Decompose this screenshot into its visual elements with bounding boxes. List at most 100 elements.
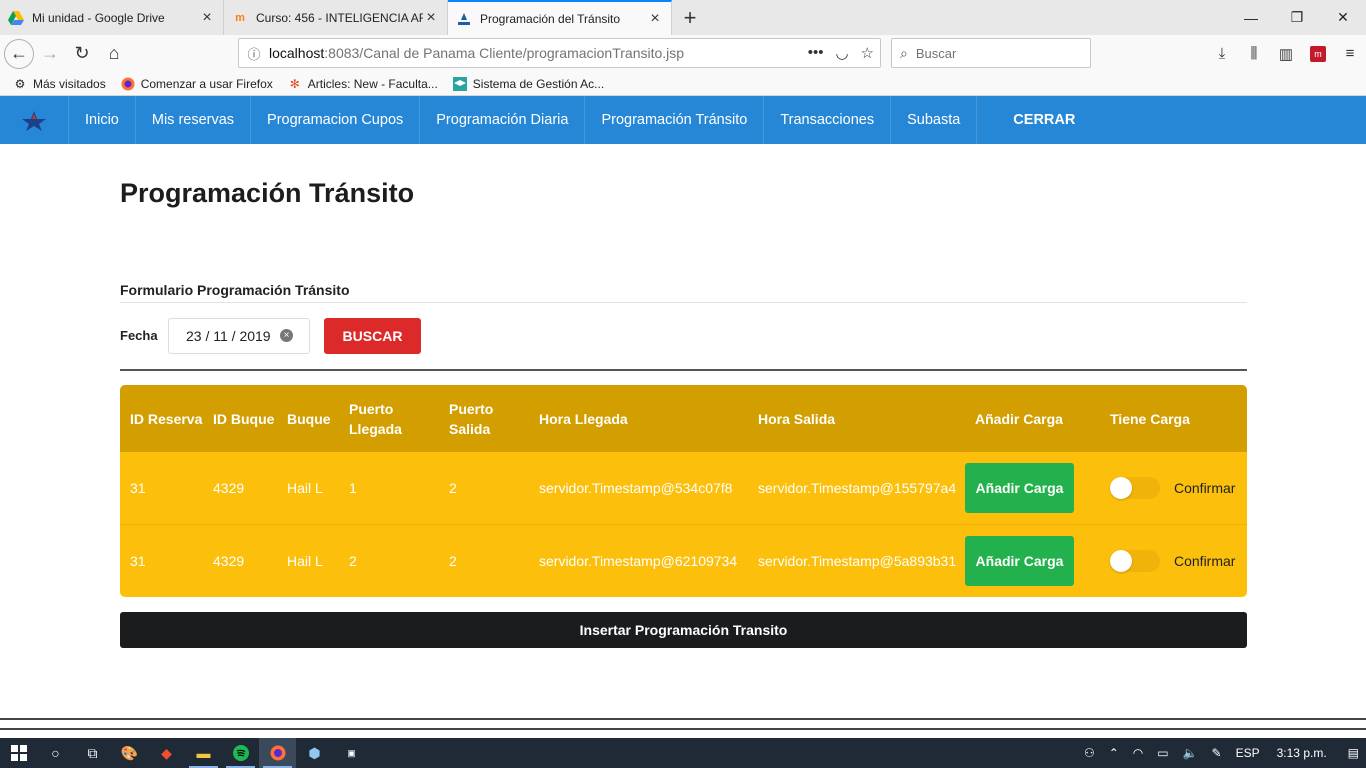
- firefox-icon: [120, 76, 136, 92]
- firefox-taskbar-icon[interactable]: [259, 738, 296, 768]
- fecha-date-input[interactable]: 23 / 11 / 2019 ×: [168, 318, 310, 354]
- close-window-icon[interactable]: ✕: [1320, 0, 1366, 35]
- cell-id-reserva: 31: [130, 480, 146, 496]
- download-icon[interactable]: ⤓: [1206, 38, 1238, 70]
- language-indicator[interactable]: ESP: [1236, 746, 1260, 760]
- search-circle-icon[interactable]: ○: [37, 738, 74, 768]
- home-button[interactable]: ⌂: [98, 38, 130, 70]
- tray-expand-icon[interactable]: ⌃: [1109, 746, 1119, 760]
- nav-cerrar[interactable]: CERRAR: [997, 96, 1091, 144]
- buscar-button[interactable]: BUSCAR: [324, 318, 421, 354]
- cell-puerto-salida: 2: [449, 480, 457, 496]
- restore-icon[interactable]: ❐: [1274, 0, 1320, 35]
- minimize-icon[interactable]: —: [1228, 0, 1274, 35]
- virtualbox-icon[interactable]: ⬢: [296, 738, 333, 768]
- people-icon[interactable]: ⚇: [1084, 746, 1095, 760]
- tiene-carga-toggle[interactable]: [1110, 550, 1160, 572]
- nav-subasta[interactable]: Subasta: [891, 96, 978, 144]
- bookmark-articles[interactable]: ✻ Articles: New - Faculta...: [287, 76, 438, 92]
- bookmark-star-icon[interactable]: ☆: [861, 44, 874, 62]
- bookmark-sistema-gestion[interactable]: Sistema de Gestión Ac...: [452, 76, 604, 92]
- page-actions-icon[interactable]: •••: [808, 44, 824, 62]
- library-icon[interactable]: ⫼: [1238, 38, 1270, 70]
- bookmark-mas-visitados[interactable]: ⚙ Más visitados: [12, 76, 106, 92]
- spotify-icon[interactable]: [222, 738, 259, 768]
- toggle-knob: [1110, 477, 1132, 499]
- window-controls: — ❐ ✕: [1228, 0, 1366, 35]
- nav-inicio[interactable]: Inicio: [68, 96, 136, 144]
- cell-anadir-carga: Añadir Carga: [965, 463, 1100, 513]
- reload-button[interactable]: ↻: [66, 38, 98, 70]
- tiene-carga-toggle[interactable]: [1110, 477, 1160, 499]
- anadir-carga-button[interactable]: Añadir Carga: [965, 536, 1074, 586]
- bookmark-label: Articles: New - Faculta...: [307, 76, 438, 91]
- tab-google-drive[interactable]: Mi unidad - Google Drive ×: [0, 0, 224, 35]
- sidebar-icon[interactable]: ▥: [1270, 38, 1302, 70]
- graduation-icon: [452, 76, 468, 92]
- wifi-icon[interactable]: ◠: [1133, 746, 1143, 760]
- notification-icon[interactable]: ▤: [1348, 746, 1359, 760]
- col-header-buque: Buque: [287, 410, 331, 427]
- footer-divider: [0, 718, 1366, 720]
- sql-icon[interactable]: ▣: [333, 738, 370, 768]
- search-icon: ⌕: [900, 44, 908, 61]
- close-tab-icon[interactable]: ×: [647, 10, 663, 27]
- nav-mis-reservas[interactable]: Mis reservas: [136, 96, 252, 144]
- bookmark-comenzar-firefox[interactable]: Comenzar a usar Firefox: [120, 76, 273, 92]
- windows-start-icon[interactable]: [0, 738, 37, 768]
- back-button[interactable]: ←: [4, 38, 34, 69]
- cell-id-buque: 4329: [213, 480, 245, 496]
- footer-divider: [0, 728, 1366, 730]
- extension-icon[interactable]: m: [1310, 45, 1326, 62]
- col-header-puerto-salida: Puerto Salida: [449, 400, 494, 437]
- battery-icon[interactable]: ▭: [1157, 746, 1168, 760]
- close-tab-icon[interactable]: ×: [199, 9, 215, 26]
- tab-curso[interactable]: m Curso: 456 - INTELIGENCIA ART ×: [224, 0, 448, 35]
- cell-puerto-salida: 2: [449, 553, 457, 569]
- joomla-icon: ✻: [289, 76, 300, 91]
- nav-programacion-transito[interactable]: Programación Tránsito: [585, 96, 765, 144]
- bookmarks-bar: ⚙ Más visitados Comenzar a usar Firefox …: [0, 72, 1366, 96]
- tab-programacion-transito[interactable]: Programación del Tránsito ×: [448, 0, 672, 35]
- browser-navbar: ← → ↻ ⌂ ⓘ localhost:8083/Canal de Panama…: [0, 35, 1366, 72]
- cell-hora-llegada: servidor.Timestamp@62109734: [539, 553, 738, 569]
- url-path: :8083/Canal de Panama Cliente/programaci…: [324, 45, 685, 61]
- clock[interactable]: 3:13 p.m.: [1277, 746, 1327, 760]
- pocket-icon[interactable]: ◡: [835, 44, 848, 62]
- forward-button[interactable]: →: [34, 38, 66, 70]
- file-explorer-icon[interactable]: ▬: [185, 738, 222, 768]
- table-row: 31 4329 Hail L 1 2 servidor.Timestamp@53…: [120, 452, 1247, 525]
- form-title: Formulario Programación Tránsito: [120, 282, 350, 298]
- windows-taskbar: ○ ⧉ 🎨 ◆ ▬ ⬢ ▣ ⚇ ⌃ ◠ ▭ 🔈 ✎ ESP 3:13 p.m. …: [0, 738, 1366, 768]
- col-header-anadir-carga: Añadir Carga: [975, 410, 1063, 427]
- insertar-programacion-button[interactable]: Insertar Programación Transito: [120, 612, 1247, 648]
- close-tab-icon[interactable]: ×: [423, 9, 439, 26]
- clear-date-icon[interactable]: ×: [280, 329, 293, 342]
- search-input[interactable]: ⌕ Buscar: [891, 38, 1091, 68]
- col-header-tiene-carga: Tiene Carga: [1110, 410, 1190, 427]
- pen-icon[interactable]: ✎: [1212, 746, 1222, 760]
- toggle-knob: [1110, 550, 1132, 572]
- cell-hora-llegada: servidor.Timestamp@534c07f8: [539, 480, 733, 496]
- site-info-icon[interactable]: ⓘ: [239, 44, 269, 63]
- task-view-icon[interactable]: ⧉: [74, 738, 111, 768]
- nav-transacciones[interactable]: Transacciones: [764, 96, 892, 144]
- confirmar-label: Confirmar: [1174, 480, 1236, 496]
- cell-hora-salida: servidor.Timestamp@5a893b31: [758, 553, 957, 569]
- table-row: 31 4329 Hail L 2 2 servidor.Timestamp@62…: [120, 525, 1247, 597]
- app-navbar: Inicio Mis reservas Programacion Cupos P…: [0, 96, 1366, 144]
- canal-logo[interactable]: [0, 96, 68, 144]
- url-bar[interactable]: ⓘ localhost:8083/Canal de Panama Cliente…: [238, 38, 881, 68]
- nav-programacion-diaria[interactable]: Programación Diaria: [420, 96, 586, 144]
- paint-icon[interactable]: 🎨: [111, 738, 148, 768]
- confirmar-label: Confirmar: [1174, 553, 1236, 569]
- col-header-puerto-llegada: Puerto Llegada: [349, 400, 402, 437]
- cell-hora-salida: servidor.Timestamp@155797a4: [758, 480, 957, 496]
- menu-icon[interactable]: ≡: [1334, 38, 1366, 70]
- new-tab-button[interactable]: +: [672, 0, 708, 35]
- git-icon[interactable]: ◆: [148, 738, 185, 768]
- cell-puerto-llegada: 2: [349, 553, 357, 569]
- anadir-carga-button[interactable]: Añadir Carga: [965, 463, 1074, 513]
- nav-programacion-cupos[interactable]: Programacion Cupos: [251, 96, 421, 144]
- volume-icon[interactable]: 🔈: [1183, 746, 1198, 760]
